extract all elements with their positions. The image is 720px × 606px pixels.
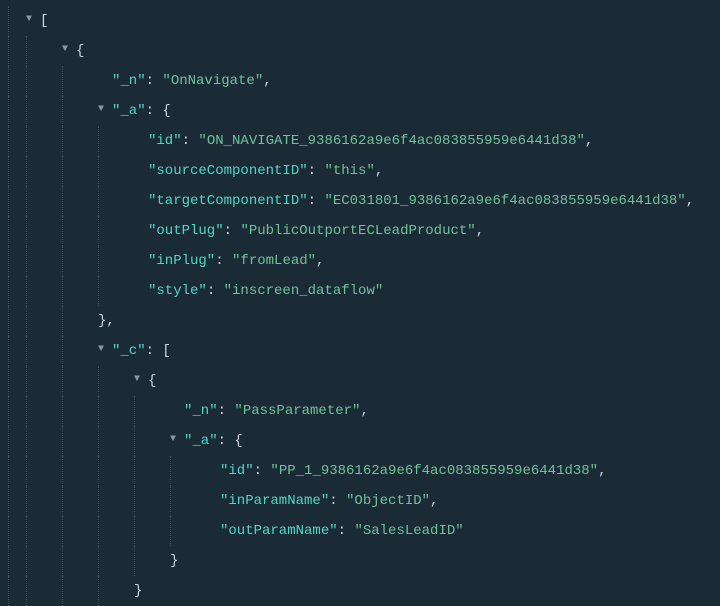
collapse-toggle-icon[interactable]: ▼ bbox=[134, 365, 146, 395]
comma: , bbox=[375, 163, 383, 179]
collapse-toggle-icon[interactable]: ▼ bbox=[170, 425, 182, 455]
comma: , bbox=[360, 403, 368, 419]
json-string: "SalesLeadID" bbox=[354, 523, 463, 539]
code-line: "_n": "PassParameter", bbox=[8, 396, 720, 426]
comma: , bbox=[263, 73, 271, 89]
colon: : bbox=[308, 193, 325, 209]
json-string: "this" bbox=[324, 163, 374, 179]
code-line: "targetComponentID": "EC031801_9386162a9… bbox=[8, 186, 720, 216]
json-string: "fromLead" bbox=[232, 253, 316, 269]
json-tree: ▼[▼{"_n": "OnNavigate",▼"_a": {"id": "ON… bbox=[8, 6, 720, 606]
code-line: ▼{ bbox=[8, 366, 720, 396]
colon: : bbox=[215, 253, 232, 269]
brace: { bbox=[148, 373, 156, 389]
json-key: "outParamName" bbox=[220, 523, 338, 539]
json-key: "id" bbox=[148, 133, 182, 149]
colon: : bbox=[182, 133, 199, 149]
comma: , bbox=[598, 463, 606, 479]
code-line: ▼[ bbox=[8, 6, 720, 36]
colon: : bbox=[308, 163, 325, 179]
code-line: "outPlug": "PublicOutportECLeadProduct", bbox=[8, 216, 720, 246]
brace: } bbox=[134, 583, 142, 599]
json-key: "sourceComponentID" bbox=[148, 163, 308, 179]
brace: { bbox=[162, 103, 170, 119]
code-line: }, bbox=[8, 306, 720, 336]
brace: } bbox=[170, 553, 178, 569]
json-string: "EC031801_9386162a9e6f4ac083855959e6441d… bbox=[324, 193, 685, 209]
colon: : bbox=[218, 403, 235, 419]
json-key: "inParamName" bbox=[220, 493, 329, 509]
json-key: "_n" bbox=[184, 403, 218, 419]
json-string: "ON_NAVIGATE_9386162a9e6f4ac083855959e64… bbox=[198, 133, 584, 149]
code-line: "id": "PP_1_9386162a9e6f4ac083855959e644… bbox=[8, 456, 720, 486]
json-key: "_c" bbox=[112, 343, 146, 359]
colon: : bbox=[224, 223, 241, 239]
json-string: "PublicOutportECLeadProduct" bbox=[240, 223, 475, 239]
colon: : bbox=[338, 523, 355, 539]
code-line: "style": "inscreen_dataflow" bbox=[8, 276, 720, 306]
json-key: "_a" bbox=[112, 103, 146, 119]
code-line: "outParamName": "SalesLeadID" bbox=[8, 516, 720, 546]
code-line: "inParamName": "ObjectID", bbox=[8, 486, 720, 516]
brace: [ bbox=[40, 13, 48, 29]
code-line: "inPlug": "fromLead", bbox=[8, 246, 720, 276]
collapse-toggle-icon[interactable]: ▼ bbox=[98, 335, 110, 365]
json-key: "_n" bbox=[112, 73, 146, 89]
brace: { bbox=[234, 433, 242, 449]
colon: : bbox=[329, 493, 346, 509]
comma: , bbox=[585, 133, 593, 149]
code-line: } bbox=[8, 576, 720, 606]
brace: [ bbox=[162, 343, 170, 359]
code-line: ▼"_a": { bbox=[8, 426, 720, 456]
colon: : bbox=[146, 103, 163, 119]
colon: : bbox=[146, 73, 163, 89]
comma: , bbox=[686, 193, 694, 209]
comma: , bbox=[316, 253, 324, 269]
brace: }, bbox=[98, 313, 115, 329]
collapse-toggle-icon[interactable]: ▼ bbox=[98, 95, 110, 125]
brace: { bbox=[76, 43, 84, 59]
colon: : bbox=[146, 343, 163, 359]
json-key: "targetComponentID" bbox=[148, 193, 308, 209]
code-line: "sourceComponentID": "this", bbox=[8, 156, 720, 186]
json-key: "_a" bbox=[184, 433, 218, 449]
json-string: "inscreen_dataflow" bbox=[224, 283, 384, 299]
json-string: "PP_1_9386162a9e6f4ac083855959e6441d38" bbox=[270, 463, 598, 479]
comma: , bbox=[476, 223, 484, 239]
collapse-toggle-icon[interactable]: ▼ bbox=[62, 35, 74, 65]
code-line: "id": "ON_NAVIGATE_9386162a9e6f4ac083855… bbox=[8, 126, 720, 156]
json-string: "ObjectID" bbox=[346, 493, 430, 509]
colon: : bbox=[207, 283, 224, 299]
colon: : bbox=[254, 463, 271, 479]
json-key: "id" bbox=[220, 463, 254, 479]
json-key: "style" bbox=[148, 283, 207, 299]
collapse-toggle-icon[interactable]: ▼ bbox=[26, 5, 38, 35]
json-key: "inPlug" bbox=[148, 253, 215, 269]
code-line: ▼"_c": [ bbox=[8, 336, 720, 366]
code-line: } bbox=[8, 546, 720, 576]
json-string: "OnNavigate" bbox=[162, 73, 263, 89]
json-string: "PassParameter" bbox=[234, 403, 360, 419]
comma: , bbox=[430, 493, 438, 509]
code-line: ▼"_a": { bbox=[8, 96, 720, 126]
code-line: "_n": "OnNavigate", bbox=[8, 66, 720, 96]
colon: : bbox=[218, 433, 235, 449]
code-line: ▼{ bbox=[8, 36, 720, 66]
json-key: "outPlug" bbox=[148, 223, 224, 239]
